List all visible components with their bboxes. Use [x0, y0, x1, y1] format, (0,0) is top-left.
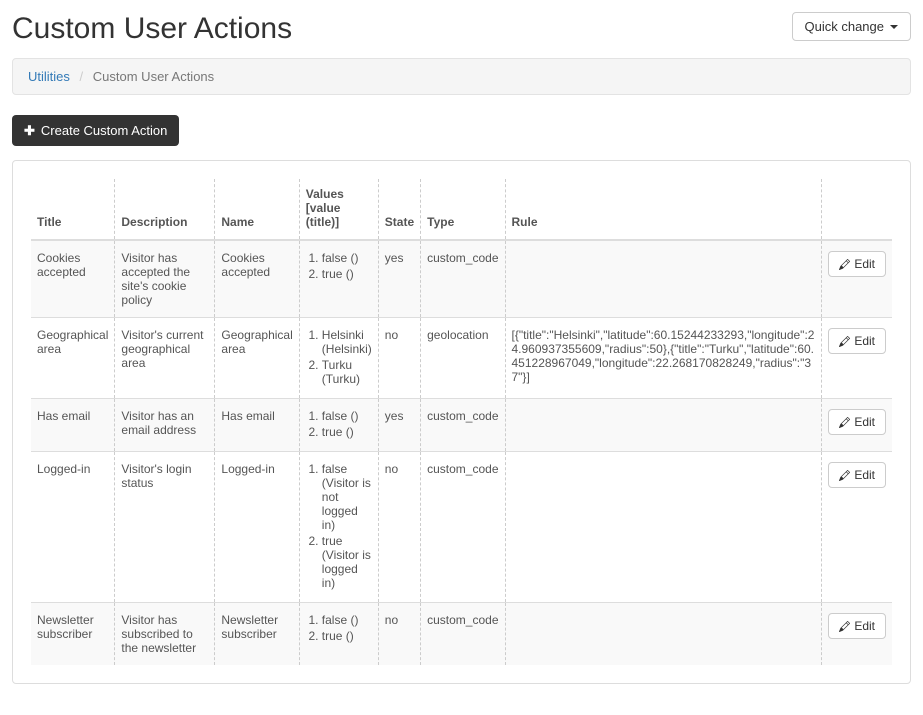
- cell-state: no: [378, 452, 420, 603]
- list-item: true (): [322, 267, 372, 281]
- col-header-title: Title: [31, 179, 115, 240]
- create-custom-action-button[interactable]: ✚ Create Custom Action: [12, 115, 179, 146]
- pencil-icon: [839, 259, 850, 270]
- breadcrumb-separator: /: [80, 69, 84, 84]
- cell-actions: Edit: [822, 240, 892, 318]
- cell-rule: [505, 603, 822, 666]
- table-row: Cookies acceptedVisitor has accepted the…: [31, 240, 892, 318]
- cell-state: yes: [378, 240, 420, 318]
- cell-values: false () true (): [299, 399, 378, 452]
- quick-change-button[interactable]: Quick change: [792, 12, 912, 41]
- cell-name: Has email: [215, 399, 299, 452]
- cell-type: custom_code: [421, 399, 505, 452]
- cell-values: false (Visitor is not logged in)true (Vi…: [299, 452, 378, 603]
- page-title: Custom User Actions: [12, 12, 292, 46]
- cell-title: Logged-in: [31, 452, 115, 603]
- cell-rule: [505, 399, 822, 452]
- edit-button[interactable]: Edit: [828, 462, 886, 488]
- cell-state: yes: [378, 399, 420, 452]
- create-button-label: Create Custom Action: [41, 123, 167, 138]
- cell-values: false () true (): [299, 240, 378, 318]
- list-item: false (Visitor is not logged in): [322, 462, 372, 532]
- edit-label: Edit: [854, 619, 875, 633]
- cell-type: custom_code: [421, 452, 505, 603]
- cell-rule: [505, 452, 822, 603]
- pencil-icon: [839, 621, 850, 632]
- breadcrumb-current: Custom User Actions: [93, 69, 214, 84]
- table-row: Newsletter subscriberVisitor has subscri…: [31, 603, 892, 666]
- col-header-rule: Rule: [505, 179, 822, 240]
- pencil-icon: [839, 336, 850, 347]
- list-item: false (): [322, 251, 372, 265]
- cell-title: Geographical area: [31, 318, 115, 399]
- col-header-actions: [822, 179, 892, 240]
- list-item: true (): [322, 425, 372, 439]
- edit-label: Edit: [854, 415, 875, 429]
- cell-actions: Edit: [822, 603, 892, 666]
- cell-state: no: [378, 318, 420, 399]
- list-item: true (Visitor is logged in): [322, 534, 372, 590]
- cell-values: Helsinki (Helsinki)Turku (Turku): [299, 318, 378, 399]
- table-row: Geographical areaVisitor's current geogr…: [31, 318, 892, 399]
- cell-description: Visitor's login status: [115, 452, 215, 603]
- list-item: Turku (Turku): [322, 358, 372, 386]
- list-item: false (): [322, 409, 372, 423]
- cell-description: Visitor has subscribed to the newsletter: [115, 603, 215, 666]
- col-header-description: Description: [115, 179, 215, 240]
- cell-description: Visitor has accepted the site's cookie p…: [115, 240, 215, 318]
- cell-name: Logged-in: [215, 452, 299, 603]
- quick-change-label: Quick change: [805, 19, 885, 34]
- edit-label: Edit: [854, 334, 875, 348]
- cell-type: custom_code: [421, 603, 505, 666]
- cell-description: Visitor has an email address: [115, 399, 215, 452]
- table-row: Has emailVisitor has an email addressHas…: [31, 399, 892, 452]
- cell-actions: Edit: [822, 399, 892, 452]
- pencil-icon: [839, 417, 850, 428]
- cell-rule: [{"title":"Helsinki","latitude":60.15244…: [505, 318, 822, 399]
- cell-title: Newsletter subscriber: [31, 603, 115, 666]
- edit-button[interactable]: Edit: [828, 251, 886, 277]
- col-header-name: Name: [215, 179, 299, 240]
- pencil-icon: [839, 470, 850, 481]
- edit-label: Edit: [854, 257, 875, 271]
- cell-title: Cookies accepted: [31, 240, 115, 318]
- edit-button[interactable]: Edit: [828, 328, 886, 354]
- col-header-state: State: [378, 179, 420, 240]
- actions-panel: Title Description Name Values [value (ti…: [12, 160, 911, 684]
- chevron-down-icon: [890, 25, 898, 29]
- edit-label: Edit: [854, 468, 875, 482]
- cell-type: custom_code: [421, 240, 505, 318]
- list-item: Helsinki (Helsinki): [322, 328, 372, 356]
- table-row: Logged-inVisitor's login statusLogged-in…: [31, 452, 892, 603]
- col-header-values: Values [value (title)]: [299, 179, 378, 240]
- list-item: false (): [322, 613, 372, 627]
- col-header-type: Type: [421, 179, 505, 240]
- cell-name: Cookies accepted: [215, 240, 299, 318]
- list-item: true (): [322, 629, 372, 643]
- cell-name: Geographical area: [215, 318, 299, 399]
- cell-state: no: [378, 603, 420, 666]
- edit-button[interactable]: Edit: [828, 409, 886, 435]
- cell-description: Visitor's current geographical area: [115, 318, 215, 399]
- breadcrumb: Utilities / Custom User Actions: [12, 58, 911, 95]
- cell-rule: [505, 240, 822, 318]
- cell-actions: Edit: [822, 318, 892, 399]
- actions-table: Title Description Name Values [value (ti…: [31, 179, 892, 665]
- edit-button[interactable]: Edit: [828, 613, 886, 639]
- plus-icon: ✚: [24, 124, 35, 137]
- cell-actions: Edit: [822, 452, 892, 603]
- cell-values: false () true (): [299, 603, 378, 666]
- cell-title: Has email: [31, 399, 115, 452]
- cell-type: geolocation: [421, 318, 505, 399]
- breadcrumb-root-link[interactable]: Utilities: [28, 69, 70, 84]
- cell-name: Newsletter subscriber: [215, 603, 299, 666]
